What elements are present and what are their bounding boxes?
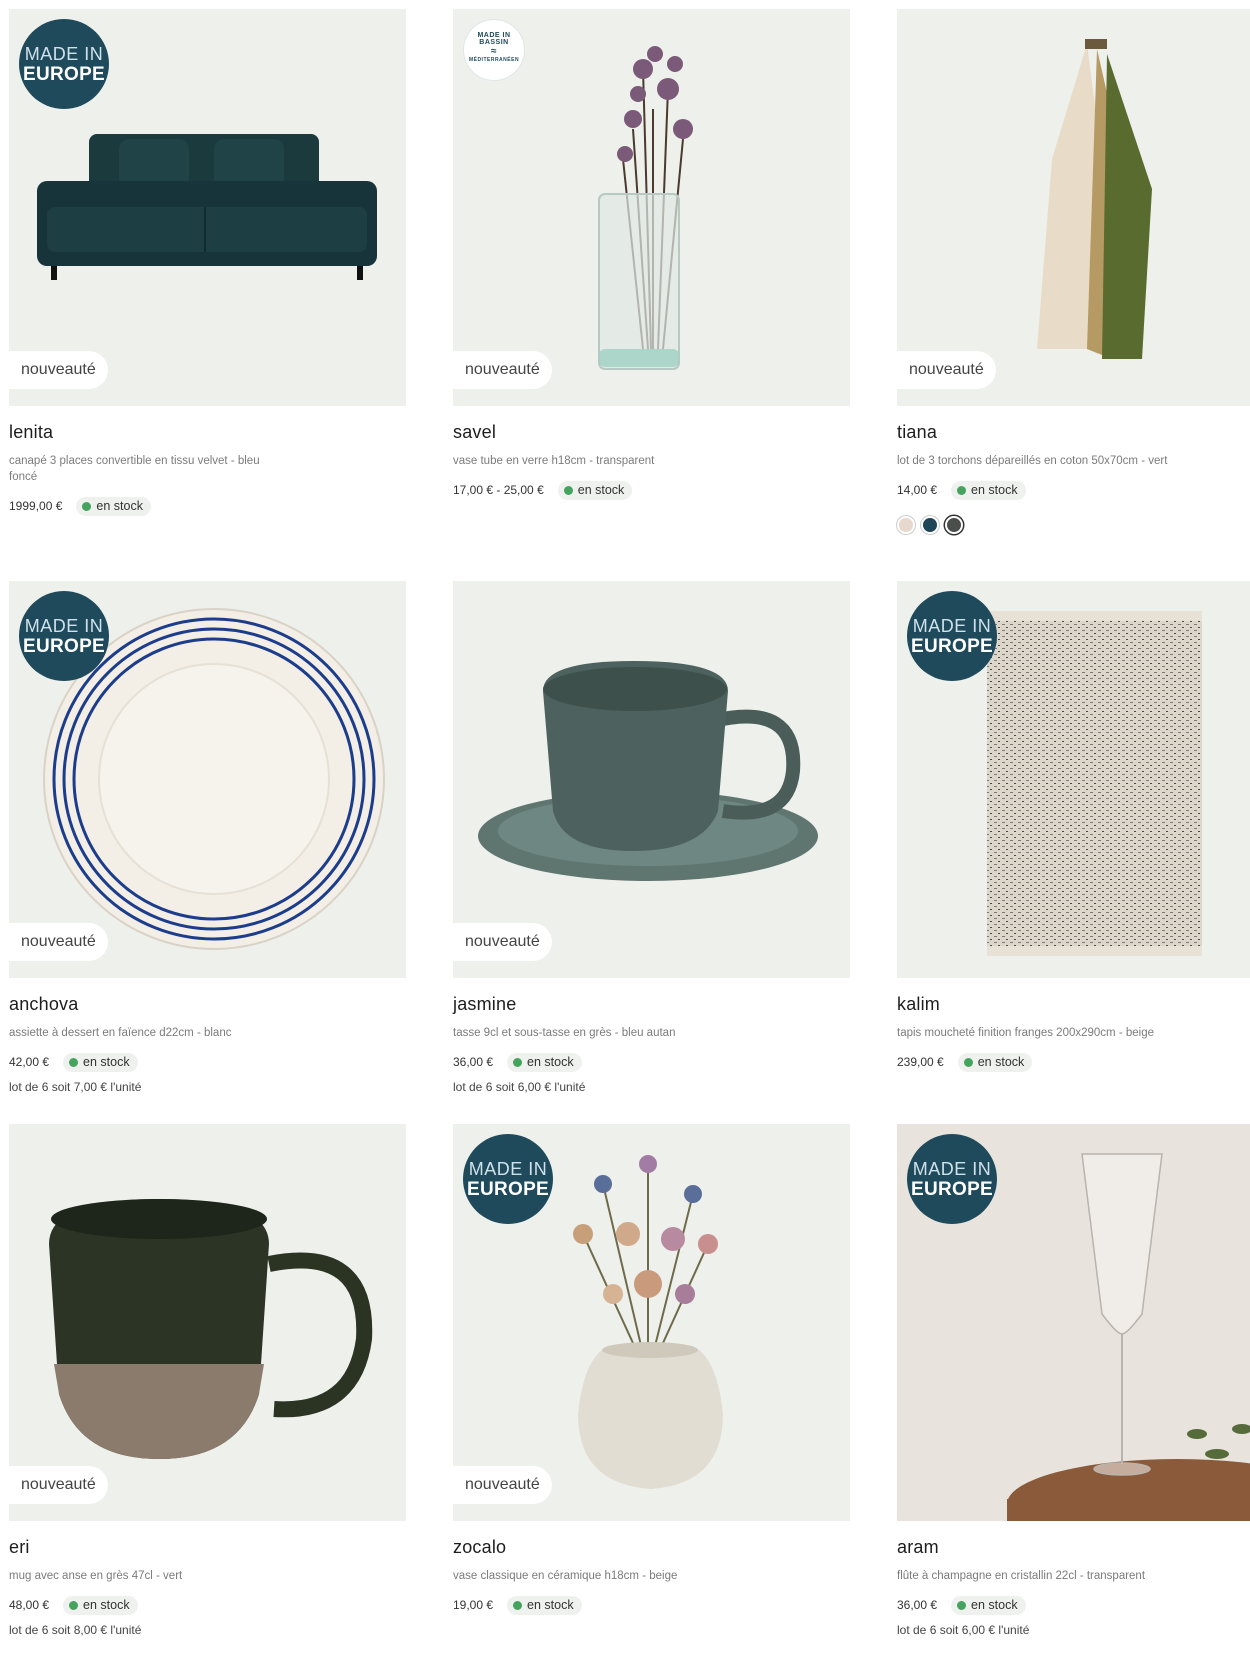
product-price: 19,00 € xyxy=(453,1598,494,1612)
price-row: 17,00 € - 25,00 € en stock xyxy=(453,480,850,500)
product-image-cup[interactable]: nouveauté xyxy=(453,581,850,978)
product-card-tiana[interactable]: nouveauté tiana lot de 3 torchons dépare… xyxy=(897,9,1250,534)
stock-badge: en stock xyxy=(951,480,1026,500)
new-tag: nouveauté xyxy=(453,351,552,389)
product-image-sofa[interactable]: MADE IN EUROPE nouveauté xyxy=(9,9,406,406)
stock-dot-icon xyxy=(957,485,967,495)
product-card-aram[interactable]: MADE IN EUROPE aram flûte à champagne en… xyxy=(897,1124,1250,1637)
stock-badge: en stock xyxy=(507,1595,582,1615)
mug-image xyxy=(49,1199,373,1459)
stock-dot-icon xyxy=(513,1057,523,1067)
price-row: 36,00 € en stock xyxy=(453,1052,850,1072)
made-in-bassin-badge: MADE IN BASSIN ≈ MÉDITERRANÉEN xyxy=(463,19,525,81)
product-card-savel[interactable]: MADE IN BASSIN ≈ MÉDITERRANÉEN nouveauté… xyxy=(453,9,850,500)
product-price: 48,00 € xyxy=(9,1598,50,1612)
stock-dot-icon xyxy=(963,1057,973,1067)
price-row: 48,00 € en stock xyxy=(9,1595,406,1615)
color-swatch-beige[interactable] xyxy=(897,516,915,534)
product-name[interactable]: kalim xyxy=(897,994,1250,1015)
stock-badge: en stock xyxy=(76,496,151,516)
product-name[interactable]: tiana xyxy=(897,422,1250,443)
product-name[interactable]: lenita xyxy=(9,422,406,443)
new-tag: nouveauté xyxy=(453,1466,552,1504)
product-description: assiette à dessert en faïence d22cm - bl… xyxy=(9,1027,232,1039)
product-image-plate[interactable]: MADE IN EUROPE nouveauté xyxy=(9,581,406,978)
price-row: 239,00 € en stock xyxy=(897,1052,1250,1072)
stock-dot-icon xyxy=(513,1600,523,1610)
product-price: 14,00 € xyxy=(897,483,938,497)
product-image-towels[interactable]: nouveauté xyxy=(897,9,1250,406)
product-name[interactable]: eri xyxy=(9,1537,406,1558)
stock-badge: en stock xyxy=(63,1595,138,1615)
product-card-zocalo[interactable]: MADE IN EUROPE nouveauté zocalo vase cla… xyxy=(453,1124,850,1615)
cup-and-saucer-image xyxy=(478,661,818,881)
product-description: canapé 3 places convertible en tissu vel… xyxy=(9,455,260,483)
made-in-europe-badge: MADE IN EUROPE xyxy=(19,591,109,681)
product-price: 1999,00 € xyxy=(9,499,63,513)
made-in-europe-badge: MADE IN EUROPE xyxy=(907,1134,997,1224)
stock-badge: en stock xyxy=(951,1595,1026,1615)
product-image-mug[interactable]: nouveauté xyxy=(9,1124,406,1521)
product-image-flute[interactable]: MADE IN EUROPE xyxy=(897,1124,1250,1521)
product-image-rug[interactable]: MADE IN EUROPE xyxy=(897,581,1250,978)
product-card-kalim[interactable]: MADE IN EUROPE kalim tapis moucheté fini… xyxy=(897,581,1250,1072)
made-in-europe-badge: MADE IN EUROPE xyxy=(19,19,109,109)
product-card-lenita[interactable]: MADE IN EUROPE nouveauté lenita canapé 3… xyxy=(9,9,406,516)
product-price: 239,00 € xyxy=(897,1055,944,1069)
product-description: flûte à champagne en cristallin 22cl - t… xyxy=(897,1570,1146,1582)
lot-info: lot de 6 soit 6,00 € l'unité xyxy=(897,1623,1030,1637)
product-description: tasse 9cl et sous-tasse en grès - bleu a… xyxy=(453,1027,676,1039)
tea-towels-image xyxy=(1037,39,1152,359)
product-price: 17,00 € - 25,00 € xyxy=(453,483,544,497)
stock-dot-icon xyxy=(957,1600,967,1610)
made-in-europe-badge: MADE IN EUROPE xyxy=(907,591,997,681)
color-swatches xyxy=(897,516,1250,534)
price-row: 42,00 € en stock xyxy=(9,1052,406,1072)
lot-info: lot de 6 soit 7,00 € l'unité xyxy=(9,1080,142,1094)
lot-info: lot de 6 soit 8,00 € l'unité xyxy=(9,1623,142,1637)
price-row: 1999,00 € en stock xyxy=(9,496,406,516)
product-description: vase tube en verre h18cm - transparent xyxy=(453,455,655,467)
color-swatch-grey[interactable] xyxy=(945,516,963,534)
stock-badge: en stock xyxy=(957,1052,1033,1072)
product-description: vase classique en céramique h18cm - beig… xyxy=(453,1570,678,1582)
product-price: 36,00 € xyxy=(897,1598,938,1612)
new-tag: nouveauté xyxy=(9,923,108,961)
new-tag: nouveauté xyxy=(897,351,996,389)
wave-icon: ≈ xyxy=(491,46,497,57)
product-name[interactable]: anchova xyxy=(9,994,406,1015)
product-name[interactable]: zocalo xyxy=(453,1537,850,1558)
made-in-europe-badge: MADE IN EUROPE xyxy=(463,1134,553,1224)
stock-badge: en stock xyxy=(63,1052,138,1072)
price-row: 36,00 € en stock xyxy=(897,1595,1250,1615)
product-name[interactable]: savel xyxy=(453,422,850,443)
lot-info: lot de 6 soit 6,00 € l'unité xyxy=(453,1080,586,1094)
product-image-ceramic-vase[interactable]: MADE IN EUROPE nouveauté xyxy=(453,1124,850,1521)
new-tag: nouveauté xyxy=(9,1466,108,1504)
product-name[interactable]: jasmine xyxy=(453,994,850,1015)
product-card-jasmine[interactable]: nouveauté jasmine tasse 9cl et sous-tass… xyxy=(453,581,850,1094)
product-description: mug avec anse en grès 47cl - vert xyxy=(9,1570,183,1582)
stock-badge: en stock xyxy=(557,480,633,500)
product-price: 42,00 € xyxy=(9,1055,50,1069)
new-tag: nouveauté xyxy=(453,923,552,961)
product-price: 36,00 € xyxy=(453,1055,494,1069)
stock-dot-icon xyxy=(69,1600,79,1610)
product-name[interactable]: aram xyxy=(897,1537,1250,1558)
new-tag: nouveauté xyxy=(9,351,108,389)
color-swatch-blue[interactable] xyxy=(921,516,939,534)
price-row: 19,00 € en stock xyxy=(453,1595,850,1615)
price-row: 14,00 € en stock xyxy=(897,480,1250,500)
stock-badge: en stock xyxy=(507,1052,582,1072)
product-description: tapis moucheté finition franges 200x290c… xyxy=(897,1027,1154,1039)
product-image-vase[interactable]: MADE IN BASSIN ≈ MÉDITERRANÉEN nouveauté xyxy=(453,9,850,406)
product-card-eri[interactable]: nouveauté eri mug avec anse en grès 47cl… xyxy=(9,1124,406,1637)
product-description: lot de 3 torchons dépareillés en coton 5… xyxy=(897,455,1168,467)
stock-dot-icon xyxy=(82,501,92,511)
product-card-anchova[interactable]: MADE IN EUROPE nouveauté anchova assiett… xyxy=(9,581,406,1094)
stock-dot-icon xyxy=(563,485,573,495)
stock-dot-icon xyxy=(69,1057,79,1067)
